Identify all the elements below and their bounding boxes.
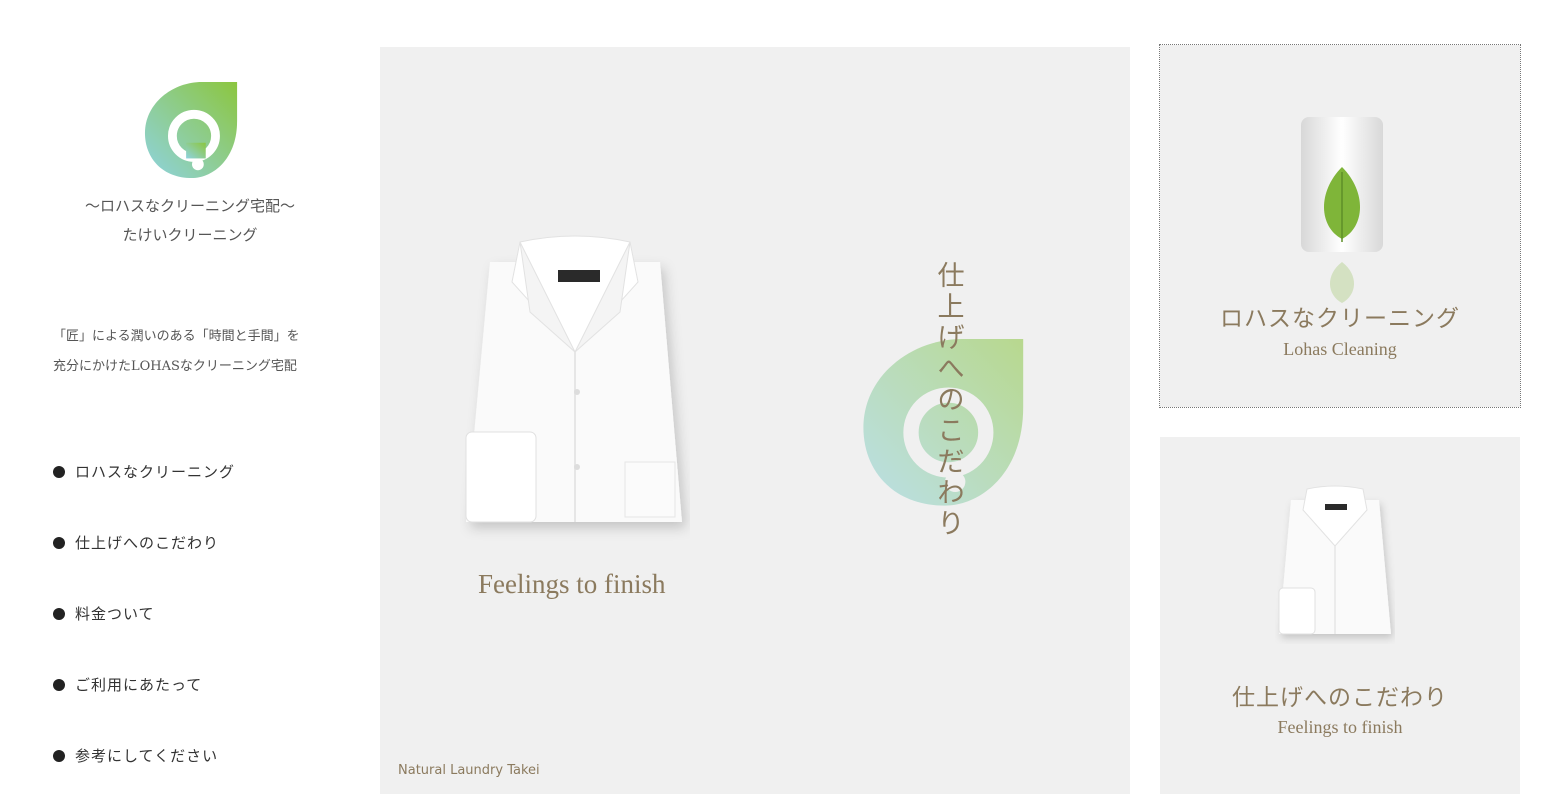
- shirt-image: [1278, 485, 1391, 635]
- vertical-char: だ: [937, 447, 965, 478]
- vertical-char: 仕: [937, 261, 965, 292]
- intro-line-2: 充分にかけたLOHASなクリーニング宅配: [53, 359, 297, 374]
- vertical-title: 仕 上 げ へ の こ だ わ り: [936, 261, 966, 540]
- leaf-logo-icon[interactable]: [143, 82, 241, 180]
- nav-label: 参考にしてください: [75, 747, 219, 765]
- card-title: ロハスなクリーニング: [1220, 306, 1460, 332]
- nav-label: ご利用にあたって: [75, 676, 203, 694]
- bullet-icon: [53, 678, 65, 691]
- card-subtitle: Feelings to finish: [1277, 717, 1403, 737]
- vertical-char: わ: [937, 478, 965, 509]
- site-tagline: 〜ロハスなクリーニング宅配〜: [84, 197, 295, 215]
- sidebar-nav: ロハスなクリーニング 仕上げへのこだわり 料金ついて ご利用にあたって 参考にし…: [53, 436, 235, 791]
- nav-label: ロハスなクリーニング: [75, 463, 236, 481]
- vertical-char: へ: [937, 354, 965, 385]
- vertical-char: の: [937, 385, 965, 416]
- hero-panel: Feelings to finish 仕 上 げ へ の こ だ わ り Nat…: [380, 47, 1130, 794]
- glass-leaf-image: [1301, 117, 1383, 303]
- nav-item-pricing[interactable]: 料金ついて: [53, 578, 235, 649]
- card-finishing[interactable]: 仕上げへのこだわり Feelings to finish: [1160, 437, 1520, 794]
- vertical-char: り: [937, 509, 965, 540]
- card-title: 仕上げへのこだわり: [1232, 685, 1448, 711]
- nav-item-finishing[interactable]: 仕上げへのこだわり: [53, 507, 235, 578]
- bullet-icon: [53, 749, 65, 762]
- card-lohas-cleaning[interactable]: ロハスなクリーニング Lohas Cleaning: [1159, 44, 1521, 408]
- bullet-icon: [53, 607, 65, 620]
- nav-item-lohas-cleaning[interactable]: ロハスなクリーニング: [53, 436, 235, 507]
- vertical-char: 上: [937, 292, 965, 323]
- nav-label: 仕上げへのこだわり: [75, 534, 220, 552]
- nav-label: 料金ついて: [75, 605, 155, 623]
- vertical-char: こ: [937, 416, 965, 447]
- nav-item-usage[interactable]: ご利用にあたって: [53, 649, 235, 720]
- card-subtitle: Lohas Cleaning: [1283, 339, 1397, 359]
- sidebar: 〜ロハスなクリーニング宅配〜 たけいクリーニング 「匠」による潤いのある「時間と…: [0, 0, 380, 794]
- brand-name: Natural Laundry Takei: [398, 763, 540, 778]
- intro-text: 「匠」による潤いのある「時間と手間」を 充分にかけたLOHASなクリーニング宅配: [53, 322, 353, 382]
- site-name: たけいクリーニング: [122, 226, 258, 244]
- nav-item-reference[interactable]: 参考にしてください: [53, 720, 235, 791]
- bullet-icon: [53, 536, 65, 549]
- shirt-image: [465, 235, 682, 523]
- bullet-icon: [53, 465, 65, 478]
- vertical-char: げ: [937, 323, 965, 354]
- intro-line-1: 「匠」による潤いのある「時間と手間」を: [53, 329, 300, 344]
- hero-caption: Feelings to finish: [478, 569, 666, 599]
